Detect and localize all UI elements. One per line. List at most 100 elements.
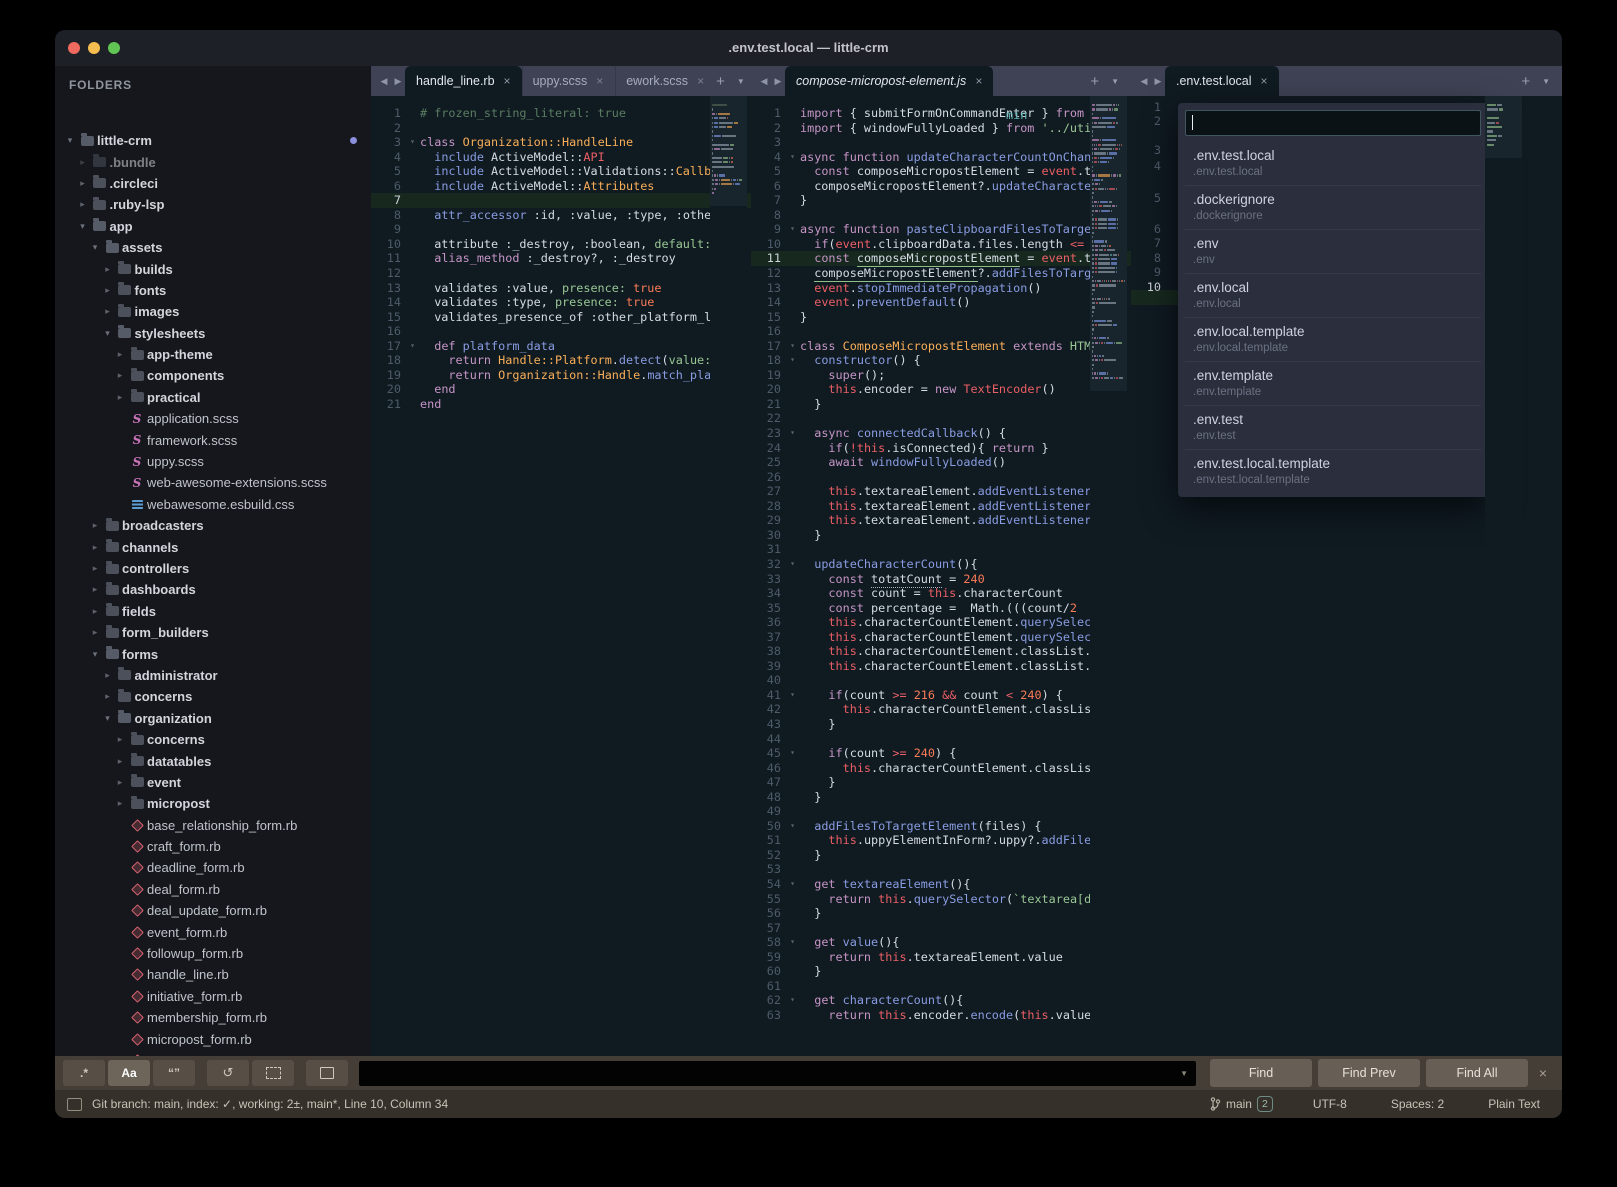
new-tab-icon[interactable]: +	[1521, 73, 1530, 90]
new-tab-icon[interactable]: +	[716, 73, 725, 90]
close-tab-icon[interactable]: ×	[596, 74, 603, 88]
chevron-down-icon[interactable]: ▾	[101, 713, 115, 724]
quick-open-input[interactable]	[1185, 110, 1481, 136]
close-tab-icon[interactable]: ×	[697, 74, 704, 88]
chevron-down-icon[interactable]: ▾	[63, 135, 77, 146]
tree-item-datatables[interactable]: ▸datatables	[55, 750, 371, 771]
tree-item-administrator[interactable]: ▸administrator	[55, 665, 371, 686]
tree-item-form_builders[interactable]: ▸form_builders	[55, 622, 371, 643]
chevron-down-icon[interactable]: ▾	[101, 328, 115, 339]
wrap-toggle-button[interactable]: ↺	[207, 1060, 249, 1086]
minimap[interactable]	[710, 96, 747, 1056]
fold-arrow-icon[interactable]: ▾	[405, 135, 420, 150]
in-selection-toggle-button[interactable]	[252, 1060, 294, 1086]
tree-item-channels[interactable]: ▸channels	[55, 536, 371, 557]
quick-open-item-.env.test.local[interactable]: .env.test.local.env.test.local	[1185, 142, 1481, 185]
chevron-right-icon[interactable]: ▸	[113, 756, 127, 767]
tab-compose-micropost-element.js[interactable]: compose-micropost-element.js×	[785, 66, 993, 96]
chevron-right-icon[interactable]: ▸	[76, 157, 90, 168]
new-tab-icon[interactable]: +	[1090, 73, 1099, 90]
tree-item-micropost_form.rb[interactable]: micropost_form.rb	[55, 1028, 371, 1049]
find-history-dropdown-icon[interactable]: ▼	[1180, 1069, 1188, 1078]
indentation-indicator[interactable]: Spaces: 2	[1391, 1097, 1488, 1111]
tree-item-fonts[interactable]: ▸fonts	[55, 280, 371, 301]
close-tab-icon[interactable]: ×	[975, 74, 982, 88]
tree-item-webawesome.esbuild.css[interactable]: webawesome.esbuild.css	[55, 494, 371, 515]
tree-item-assets[interactable]: ▾assets	[55, 237, 371, 258]
quick-open-item-.env.test.local.template[interactable]: .env.test.local.template.env.test.local.…	[1185, 449, 1481, 493]
chevron-right-icon[interactable]: ▸	[88, 542, 102, 553]
chevron-down-icon[interactable]: ▾	[76, 221, 90, 232]
chevron-down-icon[interactable]: ▾	[88, 242, 102, 253]
tree-item-app-theme[interactable]: ▸app-theme	[55, 344, 371, 365]
tree-item-uppy.scss[interactable]: Suppy.scss	[55, 451, 371, 472]
tree-item-broadcasters[interactable]: ▸broadcasters	[55, 515, 371, 536]
quick-open-item-.dockerignore[interactable]: .dockerignore.dockerignore	[1185, 185, 1481, 229]
tree-item-.circleci[interactable]: ▸.circleci	[55, 173, 371, 194]
tree-item-app[interactable]: ▾app	[55, 216, 371, 237]
fold-arrow-icon[interactable]: ▾	[785, 877, 800, 892]
chevron-right-icon[interactable]: ▸	[113, 734, 127, 745]
tree-item-deadline_form.rb[interactable]: deadline_form.rb	[55, 857, 371, 878]
chevron-right-icon[interactable]: ▸	[113, 370, 127, 381]
tree-item-practical[interactable]: ▸practical	[55, 387, 371, 408]
chevron-right-icon[interactable]: ▸	[76, 178, 90, 189]
highlight-matches-toggle-button[interactable]	[306, 1060, 348, 1086]
tree-item-little-crm[interactable]: ▾little-crm	[55, 130, 371, 151]
tree-item-craft_form.rb[interactable]: craft_form.rb	[55, 836, 371, 857]
tab-.env.test.local[interactable]: .env.test.local×	[1165, 66, 1279, 96]
tree-item-images[interactable]: ▸images	[55, 301, 371, 322]
find-prev-button[interactable]: Find Prev	[1318, 1059, 1420, 1087]
regex-toggle-button[interactable]: .*	[63, 1060, 105, 1086]
tree-item-membership_form.rb[interactable]: membership_form.rb	[55, 1007, 371, 1028]
chevron-right-icon[interactable]: ▸	[101, 691, 115, 702]
tab-uppy.scss[interactable]: uppy.scss×	[522, 66, 616, 96]
tree-item-web-awesome-extensions.scss[interactable]: Sweb-awesome-extensions.scss	[55, 472, 371, 493]
tree-item-.ruby-lsp[interactable]: ▸.ruby-lsp	[55, 194, 371, 215]
tree-item-event[interactable]: ▸event	[55, 772, 371, 793]
chevron-right-icon[interactable]: ▸	[88, 584, 102, 595]
tab-overflow-icon[interactable]: ▼	[1111, 77, 1119, 86]
tree-item-fields[interactable]: ▸fields	[55, 601, 371, 622]
quick-open-item-.env.test[interactable]: .env.test.env.test	[1185, 405, 1481, 449]
tree-item-deal_form.rb[interactable]: deal_form.rb	[55, 879, 371, 900]
chevron-right-icon[interactable]: ▸	[88, 627, 102, 638]
chevron-right-icon[interactable]: ▸	[101, 264, 115, 275]
close-tab-icon[interactable]: ×	[1261, 74, 1268, 88]
whole-word-toggle-button[interactable]: “”	[153, 1060, 195, 1086]
quick-open-item-.env[interactable]: .env.env	[1185, 229, 1481, 273]
minimap[interactable]	[1485, 96, 1522, 1056]
panel-toggle-icon[interactable]	[67, 1098, 82, 1111]
chevron-right-icon[interactable]: ▸	[101, 285, 115, 296]
fold-arrow-icon[interactable]: ▾	[785, 819, 800, 834]
tree-item-initiative_form.rb[interactable]: initiative_form.rb	[55, 986, 371, 1007]
tab-handle_line.rb[interactable]: handle_line.rb×	[405, 66, 522, 96]
chevron-right-icon[interactable]: ▸	[113, 777, 127, 788]
fold-arrow-icon[interactable]: ▾	[785, 150, 800, 165]
tree-item-dashboards[interactable]: ▸dashboards	[55, 579, 371, 600]
chevron-down-icon[interactable]: ▾	[88, 649, 102, 660]
tab-ework.scss[interactable]: ework.scss×	[615, 66, 716, 96]
quick-open-item-.env.template[interactable]: .env.template.env.template	[1185, 361, 1481, 405]
tab-overflow-icon[interactable]: ▼	[737, 77, 745, 86]
find-all-button[interactable]: Find All	[1426, 1059, 1528, 1087]
fold-arrow-icon[interactable]: ▾	[785, 993, 800, 1008]
tree-item-base_relationship_form.rb[interactable]: base_relationship_form.rb	[55, 815, 371, 836]
fold-arrow-icon[interactable]: ▾	[785, 339, 800, 354]
tree-item-concerns[interactable]: ▸concerns	[55, 729, 371, 750]
tree-item-.bundle[interactable]: ▸.bundle	[55, 151, 371, 172]
fold-arrow-icon[interactable]: ▾	[785, 222, 800, 237]
tree-item-organization[interactable]: ▾organization	[55, 708, 371, 729]
chevron-right-icon[interactable]: ▸	[88, 520, 102, 531]
fold-arrow-icon[interactable]: ▾	[785, 935, 800, 950]
close-tab-icon[interactable]: ×	[504, 74, 511, 88]
fold-arrow-icon[interactable]: ▾	[785, 353, 800, 368]
editor-content[interactable]: 1# frozen_string_literal: true23▾class O…	[371, 96, 751, 1056]
tree-item-components[interactable]: ▸components	[55, 365, 371, 386]
tab-scroll-prev-icon[interactable]: ◀	[377, 66, 391, 96]
tab-scroll-next-icon[interactable]: ▶	[771, 66, 785, 96]
git-branch-indicator[interactable]: main 2	[1210, 1096, 1313, 1112]
chevron-right-icon[interactable]: ▸	[101, 306, 115, 317]
fold-arrow-icon[interactable]: ▾	[405, 339, 420, 354]
tab-scroll-next-icon[interactable]: ▶	[391, 66, 405, 96]
